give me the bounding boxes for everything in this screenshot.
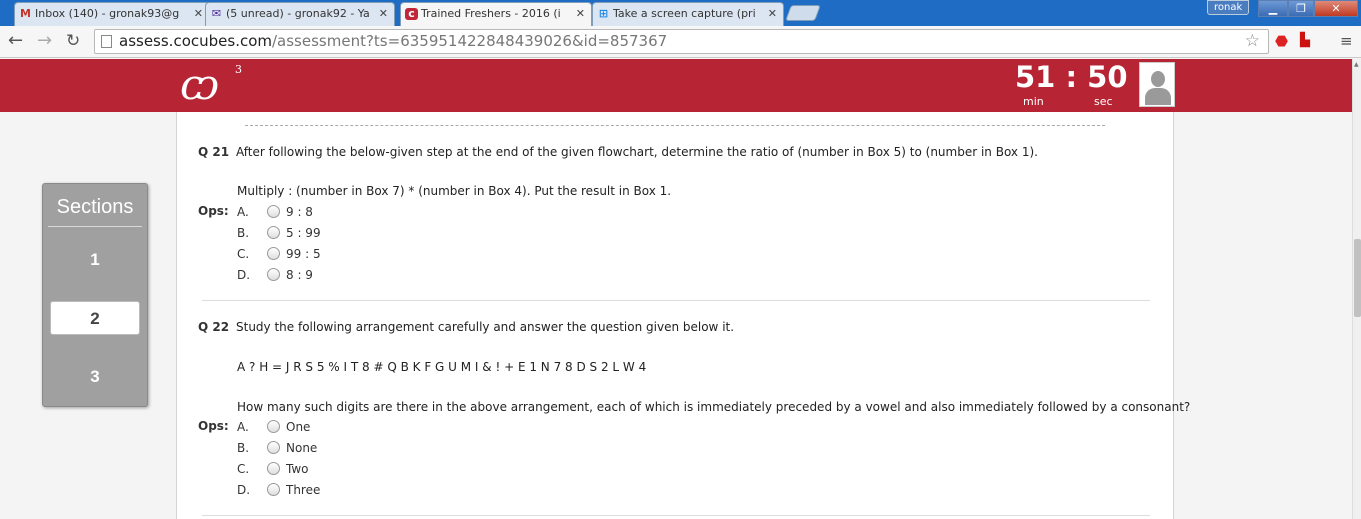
user-icon <box>1151 71 1165 87</box>
reload-icon[interactable]: ↻ <box>66 30 80 52</box>
scrollbar-thumb[interactable] <box>1354 239 1361 317</box>
timer-value: 51 : 50 <box>1015 60 1128 94</box>
close-icon[interactable]: ✕ <box>194 7 203 20</box>
tab-trained-freshers[interactable]: c Trained Freshers - 2016 (i ✕ <box>400 2 592 26</box>
option-b[interactable]: B. 5 : 99 <box>237 226 321 240</box>
arrangement-text: A ? H = J R S 5 % I T 8 # Q B K F G U M … <box>237 360 647 374</box>
tab-title: Inbox (140) - gronak93@g <box>35 7 180 20</box>
question-text: After following the below-given step at … <box>236 145 1038 159</box>
divider <box>202 300 1150 301</box>
question-panel: Q 21 After following the below-given ste… <box>176 112 1190 519</box>
extension-icon[interactable]: ▙ <box>1300 31 1310 51</box>
url-path: /assessment?ts=635951422848439026&id=857… <box>272 32 668 50</box>
new-tab-button[interactable] <box>785 5 821 21</box>
page-scrollbar[interactable]: ▲ <box>1352 59 1361 519</box>
option-b[interactable]: B. None <box>237 441 317 455</box>
forward-icon[interactable]: → <box>37 30 52 52</box>
countdown-timer: 51 : 50 min sec <box>1015 59 1128 108</box>
close-icon[interactable]: ✕ <box>768 7 777 20</box>
ops-label: Ops: <box>198 204 229 218</box>
sections-title: Sections <box>56 196 134 218</box>
divider <box>245 125 1105 126</box>
radio-button[interactable] <box>267 441 280 454</box>
tab-title: Trained Freshers - 2016 (i <box>421 7 561 20</box>
close-icon[interactable]: ✕ <box>379 7 388 20</box>
radio-button[interactable] <box>267 420 280 433</box>
sub-question-text: How many such digits are there in the ab… <box>237 400 1191 414</box>
tab-screen-capture[interactable]: ⊞ Take a screen capture (pri ✕ <box>592 2 784 26</box>
minimize-icon[interactable]: ▁ <box>1258 0 1288 17</box>
divider <box>202 515 1150 516</box>
question-21: Q 21 After following the below-given ste… <box>198 145 1038 159</box>
profile-button[interactable]: ronak <box>1207 0 1250 15</box>
option-d[interactable]: D. 8 : 9 <box>237 268 313 282</box>
option-c[interactable]: C. Two <box>237 462 309 476</box>
tab-gmail[interactable]: M Inbox (140) - gronak93@g ✕ <box>14 2 210 26</box>
avatar[interactable] <box>1139 62 1175 107</box>
radio-button[interactable] <box>267 483 280 496</box>
page-icon <box>101 35 112 48</box>
radio-button[interactable] <box>267 226 280 239</box>
question-number: Q 22 <box>198 320 230 334</box>
option-c[interactable]: C. 99 : 5 <box>237 247 321 261</box>
question-instruction: Multiply : (number in Box 7) * (number i… <box>237 184 672 198</box>
timer-min-label: min <box>1023 95 1044 108</box>
ops-label: Ops: <box>198 419 229 433</box>
section-2-button[interactable]: 2 <box>50 301 140 335</box>
tab-yahoo-mail[interactable]: ✉ (5 unread) - gronak92 - Ya ✕ <box>205 2 395 26</box>
menu-icon[interactable]: ≡ <box>1340 31 1353 51</box>
radio-button[interactable] <box>267 247 280 260</box>
cocubes-logo: cɔ 3 <box>180 60 242 109</box>
radio-button[interactable] <box>267 268 280 281</box>
option-a[interactable]: A. One <box>237 420 310 434</box>
back-icon[interactable]: ← <box>8 30 23 52</box>
sections-panel: Sections 1 2 3 <box>42 183 148 407</box>
cocubes-icon: c <box>405 8 418 20</box>
question-text: Study the following arrangement carefull… <box>236 320 735 334</box>
tab-title: (5 unread) - gronak92 - Ya <box>226 7 370 20</box>
windows-icon: ⊞ <box>598 7 609 20</box>
radio-button[interactable] <box>267 205 280 218</box>
close-icon[interactable]: ✕ <box>576 7 585 20</box>
bookmark-star-icon[interactable]: ☆ <box>1245 30 1260 53</box>
timer-sec-label: sec <box>1094 95 1113 108</box>
browser-tab-strip: M Inbox (140) - gronak93@g ✕ ✉ (5 unread… <box>0 0 1361 26</box>
adblock-icon[interactable]: ⬣ <box>1275 31 1288 51</box>
scroll-up-icon[interactable]: ▲ <box>1354 61 1359 68</box>
browser-toolbar: ← → ↻ assess.cocubes.com/assessment?ts=6… <box>0 26 1361 58</box>
question-22: Q 22 Study the following arrangement car… <box>198 320 734 334</box>
maximize-icon[interactable]: ❐ <box>1288 0 1314 17</box>
gmail-icon: M <box>20 7 31 20</box>
url-host: assess.cocubes.com <box>119 32 272 50</box>
option-a[interactable]: A. 9 : 8 <box>237 205 313 219</box>
radio-button[interactable] <box>267 462 280 475</box>
page-header: cɔ 3 51 : 50 min sec <box>0 59 1352 112</box>
window-close-icon[interactable]: ✕ <box>1314 0 1358 17</box>
question-number: Q 21 <box>198 145 230 159</box>
address-bar[interactable]: assess.cocubes.com/assessment?ts=6359514… <box>94 29 1269 54</box>
section-3-button[interactable]: 3 <box>50 360 140 394</box>
option-d[interactable]: D. Three <box>237 483 320 497</box>
yahoo-mail-icon: ✉ <box>211 7 222 20</box>
divider <box>48 226 142 227</box>
section-1-button[interactable]: 1 <box>50 243 140 277</box>
tab-title: Take a screen capture (pri <box>613 7 756 20</box>
